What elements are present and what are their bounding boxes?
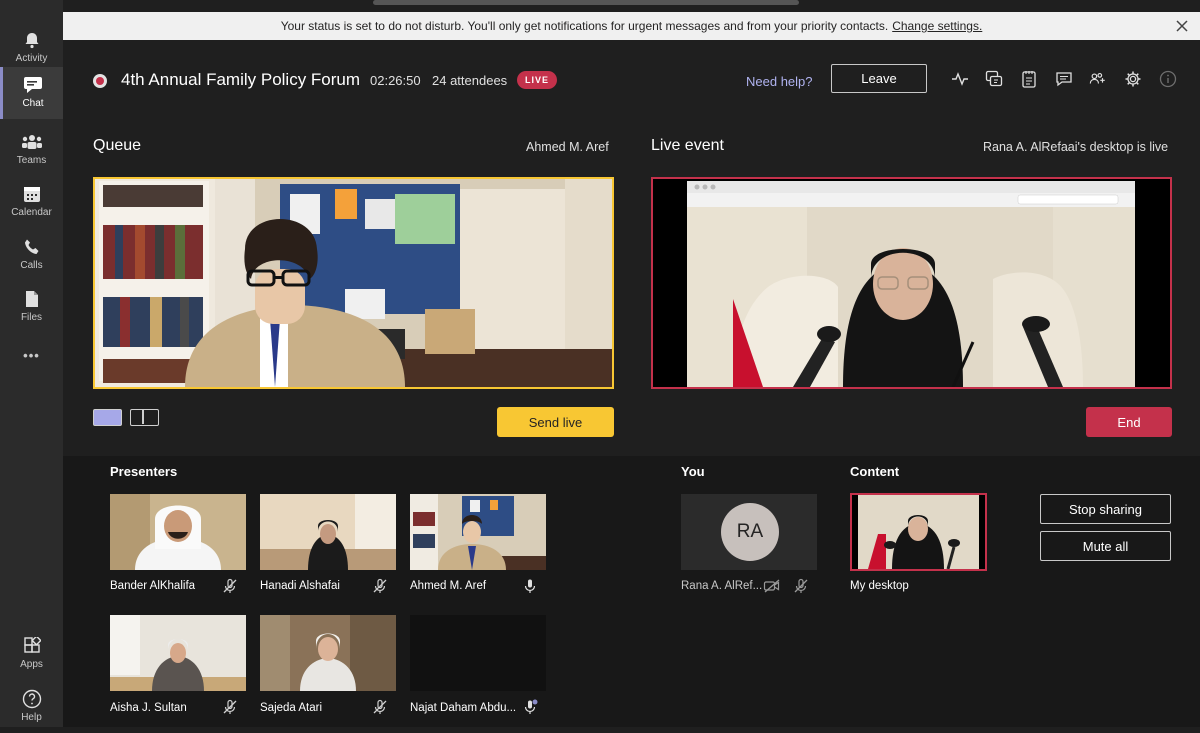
presenter-video	[110, 494, 246, 570]
avatar: RA	[721, 503, 779, 561]
dnd-banner: Your status is set to do not disturb. Yo…	[63, 12, 1200, 40]
you-label: You	[681, 464, 705, 479]
event-timer: 02:26:50	[370, 73, 421, 88]
teams-icon	[21, 132, 43, 152]
content-tile[interactable]	[850, 493, 987, 571]
end-button[interactable]: End	[1086, 407, 1172, 437]
scrollbar[interactable]	[373, 0, 799, 5]
rail-files[interactable]: Files	[0, 281, 63, 333]
presenters-label: Presenters	[110, 464, 178, 479]
mic-icon	[522, 699, 538, 715]
rail-help[interactable]: Help	[0, 681, 63, 733]
queue-video-frame	[95, 179, 612, 387]
presenter-name: Sajeda Atari	[260, 702, 323, 714]
queue-video[interactable]	[93, 177, 614, 389]
send-live-button[interactable]: Send live	[497, 407, 614, 437]
bell-icon	[23, 30, 41, 50]
content-video	[852, 495, 985, 569]
info-icon[interactable]	[1159, 70, 1177, 88]
gear-icon[interactable]	[1124, 70, 1142, 88]
presenter-name: Ahmed M. Aref	[410, 580, 487, 592]
qna-icon[interactable]	[985, 70, 1003, 88]
top-strip	[63, 0, 1200, 12]
help-icon	[22, 689, 42, 709]
rail-calls[interactable]: Calls	[0, 229, 63, 281]
live-title: Live event	[651, 137, 724, 154]
mic-muted-icon	[372, 699, 388, 715]
queue-presenter-name: Ahmed M. Aref	[526, 140, 609, 154]
rail-chat-label: Chat	[22, 98, 44, 109]
recording-icon	[93, 74, 107, 88]
phone-icon	[23, 237, 41, 257]
rail-apps-label: Apps	[20, 659, 43, 670]
rail-teams[interactable]: Teams	[0, 124, 63, 176]
rail-calendar-label: Calendar	[11, 207, 52, 218]
mic-muted-icon	[793, 578, 809, 594]
you-name: Rana A. AlRef...	[681, 580, 763, 592]
chat-icon	[23, 75, 43, 95]
notes-icon[interactable]	[1020, 70, 1038, 88]
rail-teams-label: Teams	[16, 155, 47, 166]
chat-icon[interactable]	[1055, 70, 1073, 88]
live-status: Rana A. AlRefaai's desktop is live	[983, 140, 1169, 154]
calendar-icon	[23, 184, 41, 204]
rail-files-label: Files	[20, 312, 43, 323]
more-icon: •••	[23, 348, 40, 363]
you-tile[interactable]: RA	[681, 494, 817, 570]
rail-apps[interactable]: Apps	[0, 628, 63, 680]
main-area: Your status is set to do not disturb. Yo…	[63, 0, 1200, 727]
app-rail: Activity Chat Teams Calendar Calls Files…	[0, 0, 63, 727]
presenter-video	[260, 615, 396, 691]
layout-single-button[interactable]	[93, 409, 122, 426]
layout-divider	[142, 410, 144, 424]
leave-button[interactable]: Leave	[831, 64, 927, 93]
live-badge: LIVE	[517, 71, 557, 89]
banner-text: Your status is set to do not disturb. Yo…	[280, 19, 889, 33]
camera-off-icon	[763, 578, 780, 594]
presenter-video	[110, 615, 246, 691]
participants-icon[interactable]	[1089, 70, 1107, 88]
content-label: Content	[850, 464, 900, 479]
presenter-tile[interactable]	[260, 494, 396, 570]
queue-title: Queue	[93, 137, 142, 154]
live-video[interactable]	[651, 177, 1172, 389]
mic-muted-icon	[222, 578, 238, 594]
layout-side-by-side-button[interactable]	[130, 409, 159, 426]
rail-more-button[interactable]: •••	[0, 340, 63, 392]
live-video-frame	[653, 179, 1170, 387]
content-name: My desktop	[850, 580, 909, 592]
rail-help-label: Help	[21, 712, 42, 723]
stop-sharing-button[interactable]: Stop sharing	[1040, 494, 1171, 524]
presenter-name: Hanadi Alshafai	[260, 580, 340, 592]
close-icon[interactable]	[1174, 18, 1190, 34]
change-settings-link[interactable]: Change settings.	[892, 19, 982, 33]
attendee-count: 24 attendees	[432, 73, 508, 88]
presenter-video	[410, 494, 546, 570]
health-icon[interactable]	[951, 70, 969, 88]
presenter-tile[interactable]	[260, 615, 396, 691]
presenter-tile[interactable]	[410, 494, 546, 570]
event-title: 4th Annual Family Policy Forum	[121, 70, 361, 89]
rail-activity-label: Activity	[15, 53, 48, 64]
presenter-tile[interactable]	[110, 494, 246, 570]
event-header: 4th Annual Family Policy Forum 02:26:50 …	[63, 40, 1200, 120]
presenter-tile[interactable]	[410, 615, 546, 691]
mute-all-button[interactable]: Mute all	[1040, 531, 1171, 561]
apps-icon	[23, 636, 41, 656]
presenter-name: Najat Daham Abdu...	[410, 702, 517, 714]
presenter-video	[260, 494, 396, 570]
mic-muted-icon	[372, 578, 388, 594]
presenter-tile[interactable]	[110, 615, 246, 691]
rail-chat[interactable]: Chat	[0, 67, 63, 119]
mic-muted-icon	[222, 699, 238, 715]
file-icon	[24, 289, 40, 309]
rail-calls-label: Calls	[20, 260, 43, 271]
mic-icon	[522, 578, 538, 594]
need-help-link[interactable]: Need help?	[746, 74, 813, 89]
presenter-name: Bander AlKhalifa	[110, 580, 196, 592]
bottom-panel: Presenters You Content Bander AlKhalifa	[63, 456, 1200, 727]
rail-calendar[interactable]: Calendar	[0, 176, 63, 228]
presenter-name: Aisha J. Sultan	[110, 702, 187, 714]
